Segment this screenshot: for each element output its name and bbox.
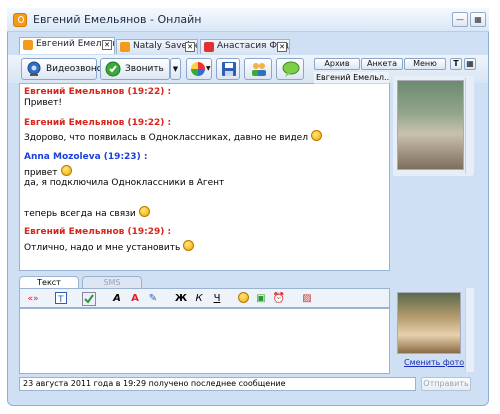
chat-bubble-button[interactable]: [276, 58, 304, 80]
contact-photo: [397, 80, 464, 170]
speech-bubble-icon: [282, 61, 300, 77]
floppy-disk-icon: [222, 62, 236, 76]
save-button[interactable]: [216, 58, 240, 80]
agent-logo-icon: [13, 13, 27, 27]
archive-button[interactable]: Архив: [314, 58, 360, 70]
tab-anastasia[interactable]: Анастасия Федина ✕: [200, 39, 290, 54]
italic-button[interactable]: К: [192, 292, 206, 306]
my-photo: [397, 292, 461, 354]
tab-text[interactable]: Текст: [19, 276, 79, 288]
close-icon[interactable]: ✕: [277, 42, 287, 52]
side-scrollbar[interactable]: [465, 78, 474, 174]
picture-icon[interactable]: ▨: [300, 292, 314, 306]
menu-grid-icon[interactable]: ▦: [470, 12, 486, 27]
message-author: Евгений Емельянов (19:29) :: [24, 227, 172, 237]
font-style-icon[interactable]: A: [110, 292, 124, 306]
message-text: привет: [24, 165, 72, 178]
tv-icon[interactable]: ▣: [254, 292, 268, 306]
close-icon[interactable]: ✕: [102, 40, 112, 50]
odnoklassniki-icon: [120, 42, 130, 52]
color-picker-button[interactable]: ▼: [186, 58, 212, 80]
call-button[interactable]: Звонить: [100, 58, 170, 80]
formatting-toolbar: «» T A A ✎ Ж К Ч ▣ ⏰ ▨: [19, 288, 390, 308]
contact-name-label: Евгений Емельл...: [314, 72, 389, 84]
status-bar: 23 августа 2011 года в 19:29 получено по…: [19, 377, 416, 391]
message-author: Евгений Емельянов (19:22) :: [24, 118, 172, 128]
minimize-button[interactable]: —: [452, 12, 468, 27]
tab-sms[interactable]: SMS: [82, 276, 142, 288]
users-icon: [252, 63, 266, 76]
smiley-icon: [310, 130, 322, 141]
profile-button[interactable]: Анкета: [361, 58, 403, 70]
svg-text:T: T: [57, 295, 64, 304]
tab-nataly[interactable]: Nataly Savelyeva ✕: [116, 39, 198, 54]
message-text: Привет!: [24, 98, 63, 108]
menu-button[interactable]: Меню: [404, 58, 446, 70]
font-settings-button[interactable]: T: [450, 58, 462, 70]
message-author: Евгений Емельянов (19:22) :: [24, 87, 172, 97]
message-text: Отлично, надо и мне установить: [24, 240, 195, 253]
change-photo-link[interactable]: Сменить фото: [404, 358, 464, 367]
webcam-icon: [27, 61, 41, 76]
odnoklassniki-icon: [23, 40, 33, 50]
font-color-icon[interactable]: A: [128, 292, 142, 306]
odnoklassniki-icon: [204, 42, 214, 52]
smiley-icon: [183, 240, 195, 251]
call-dropdown[interactable]: ▼: [170, 58, 181, 80]
send-button[interactable]: Отправить: [421, 377, 471, 391]
message-author: Anna Mozoleva (19:23) :: [24, 152, 148, 162]
message-text: Здорово, что появилась в Одноклассниках,…: [24, 130, 322, 143]
message-text: да, я подключила Одноклассники в Агент: [24, 178, 225, 188]
video-call-button[interactable]: Видеозвонок: [21, 58, 108, 80]
tab-evgeny[interactable]: Евгений Емельянов ✕: [19, 37, 115, 54]
window-title: Евгений Емельянов - Онлайн: [33, 13, 202, 26]
spellcheck-icon[interactable]: [82, 292, 96, 306]
alarm-icon[interactable]: ⏰: [272, 292, 286, 306]
quote-button[interactable]: «»: [26, 292, 40, 306]
title-bar: Евгений Емельянов - Онлайн — ▦: [7, 8, 489, 32]
text-template-icon[interactable]: T: [54, 292, 68, 306]
call-label: Звонить: [125, 64, 164, 74]
smiley-icon: [60, 165, 72, 176]
input-scrollbar[interactable]: [465, 288, 474, 372]
video-call-label: Видеозвонок: [46, 64, 108, 74]
layout-icon[interactable]: ▦: [464, 58, 476, 70]
message-input[interactable]: [19, 308, 390, 374]
underline-button[interactable]: Ч: [210, 292, 224, 306]
highlight-icon[interactable]: ✎: [146, 292, 160, 306]
bold-button[interactable]: Ж: [174, 292, 188, 306]
chevron-down-icon: ▼: [172, 65, 179, 73]
smiley-icon: [138, 206, 150, 217]
smiley-icon[interactable]: [236, 292, 250, 306]
color-palette-icon: [191, 62, 205, 76]
contacts-button[interactable]: [244, 58, 272, 80]
phone-icon: [105, 61, 121, 77]
message-text: теперь всегда на связи: [24, 206, 150, 219]
close-icon[interactable]: ✕: [185, 42, 195, 52]
chevron-down-icon: ▼: [206, 65, 211, 72]
chat-history[interactable]: Евгений Емельянов (19:22) : Привет! Евге…: [19, 83, 390, 271]
